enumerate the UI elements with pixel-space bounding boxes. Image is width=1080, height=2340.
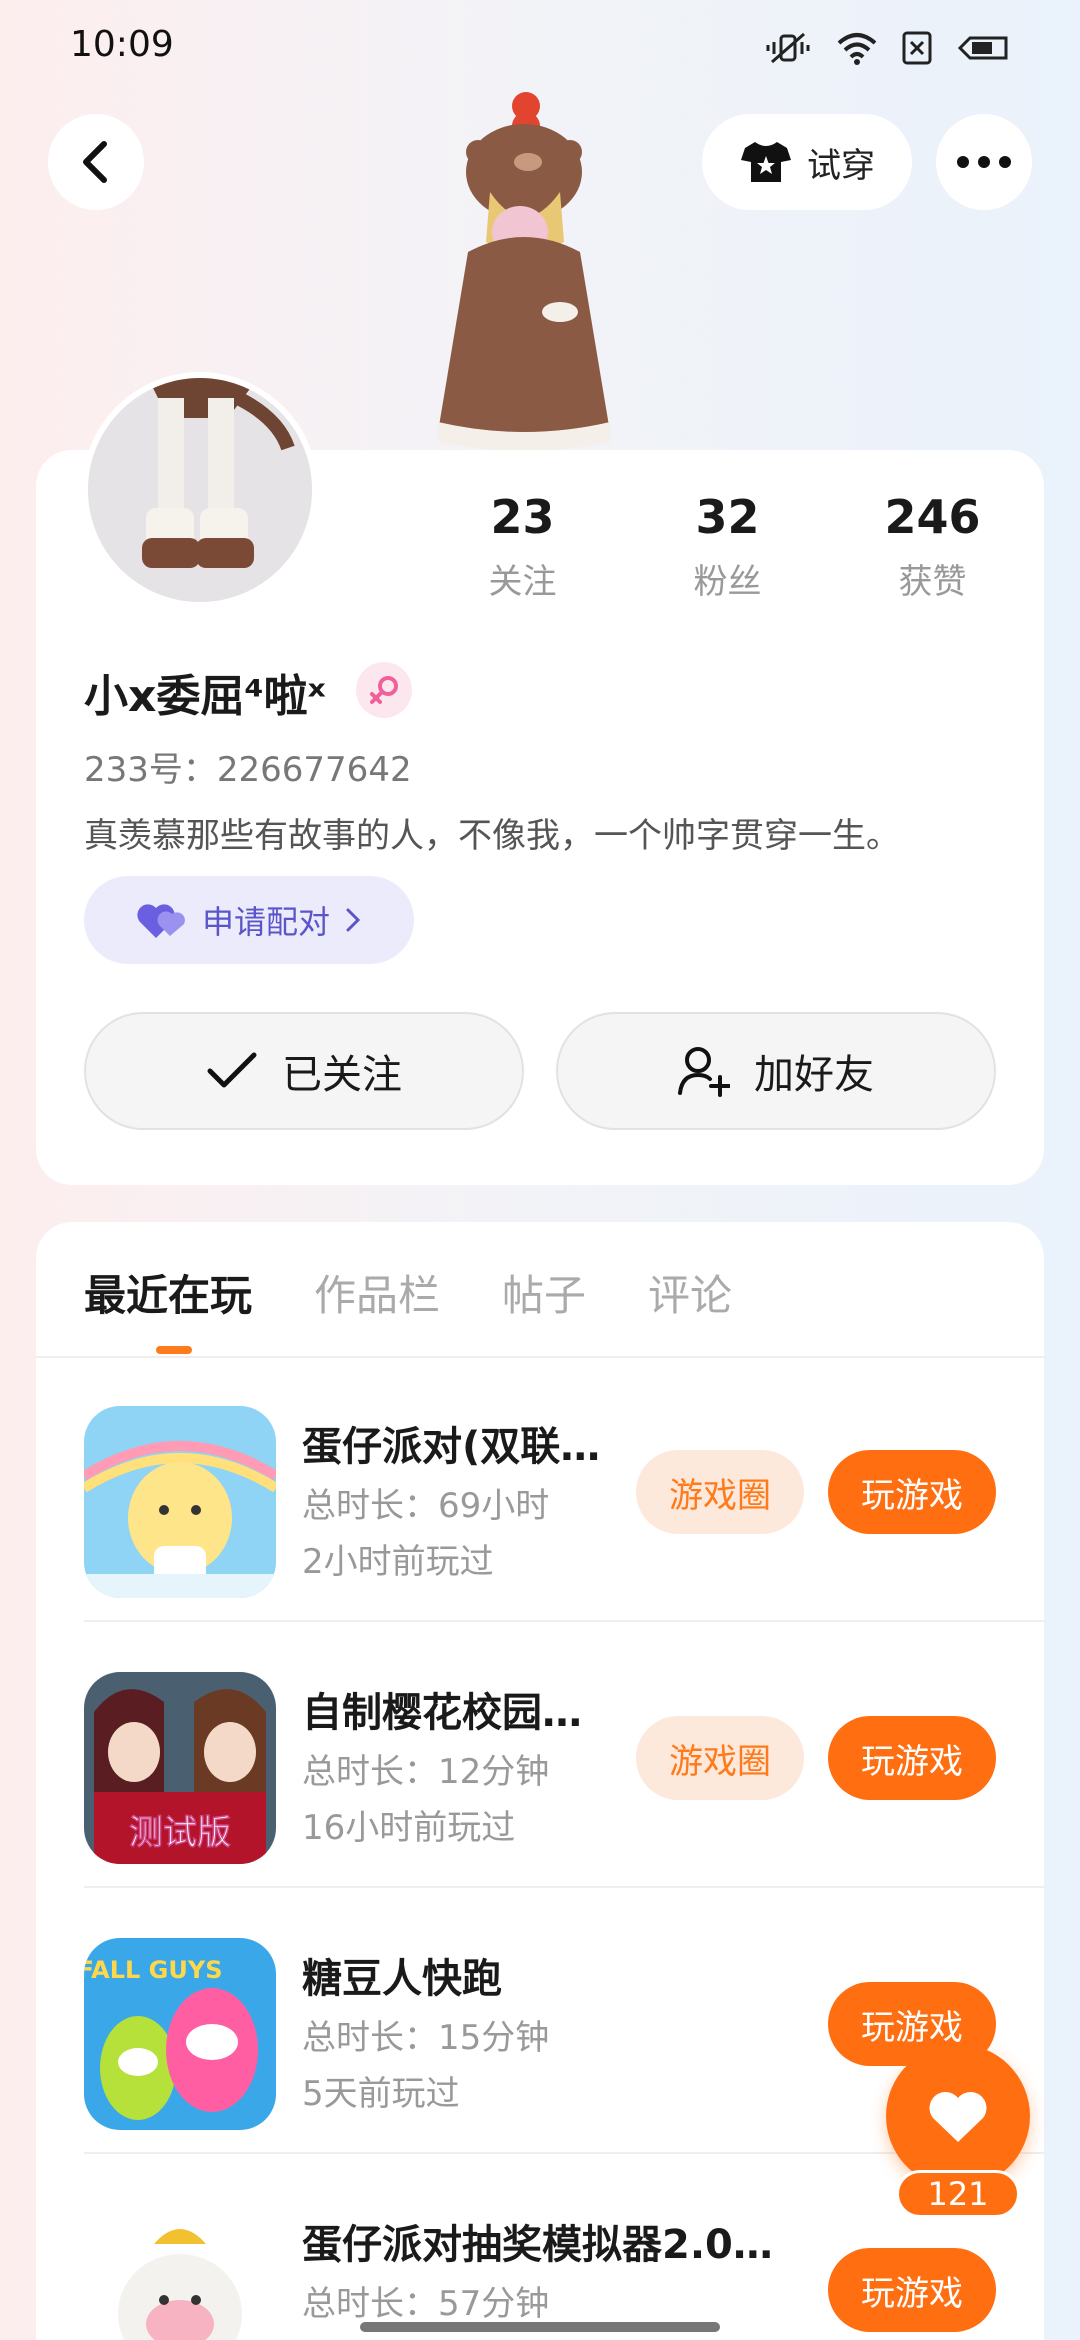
- followed-button[interactable]: 已关注: [84, 1012, 524, 1130]
- icon-test-version-text: 测试版: [129, 1813, 231, 1853]
- sim-disabled-icon: [902, 31, 932, 65]
- activity-card: 最近在玩 作品栏 帖子 评论 蛋仔派对(双联… 总时长：69小时 2小时前玩过 …: [36, 1222, 1044, 2340]
- stat-likes-label: 获赞: [898, 562, 967, 602]
- tab-comments[interactable]: 评论: [648, 1262, 732, 1323]
- check-icon: [207, 1052, 257, 1088]
- game-last-played: 2小时前玩过: [302, 1542, 494, 1582]
- stat-fans[interactable]: 32 粉丝: [625, 490, 830, 603]
- stat-fans-value: 32: [695, 490, 760, 544]
- status-icons: [764, 30, 1012, 66]
- stat-fans-label: 粉丝: [693, 562, 762, 602]
- game-name: 蛋仔派对抽奖模拟器2.0…: [302, 2222, 773, 2268]
- mute-vibrate-icon: [766, 32, 810, 64]
- game-duration: 总时长：15分钟: [302, 2018, 550, 2058]
- play-game-button[interactable]: 玩游戏: [828, 1450, 996, 1534]
- eggy-lottery-icon: [84, 2204, 276, 2340]
- game-last-played: 5天前玩过: [302, 2074, 460, 2114]
- status-bar: 10:09: [0, 0, 1080, 96]
- profile-stats: 23 关注 32 粉丝 246 获赞: [420, 490, 1040, 603]
- avatar[interactable]: [82, 372, 318, 608]
- status-time: 10:09: [70, 24, 174, 65]
- back-button[interactable]: [48, 114, 144, 210]
- game-circle-button[interactable]: 游戏圈: [636, 1716, 804, 1800]
- tryon-button[interactable]: 试穿: [702, 114, 912, 210]
- tab-works[interactable]: 作品栏: [314, 1262, 440, 1323]
- apply-pair-button[interactable]: 申请配对: [84, 876, 414, 964]
- chevron-right-icon: [346, 908, 361, 932]
- followed-label: 已关注: [282, 1052, 402, 1098]
- stat-likes[interactable]: 246 获赞: [830, 490, 1035, 603]
- game-duration: 总时长：57分钟: [302, 2284, 550, 2324]
- game-last-played: 16小时前玩过: [302, 1808, 516, 1848]
- add-friend-label: 加好友: [754, 1052, 874, 1098]
- female-icon: [370, 676, 398, 704]
- tshirt-icon: [741, 142, 791, 182]
- username: 小x委屈⁴啦ˣ: [84, 671, 326, 722]
- game-duration: 总时长：12分钟: [302, 1752, 550, 1792]
- game-row[interactable]: 测试版 自制樱花校园… 总时长：12分钟 16小时前玩过 游戏圈 玩游戏: [36, 1622, 1044, 1888]
- active-tab-indicator: [156, 1346, 192, 1354]
- play-game-button[interactable]: 玩游戏: [828, 2248, 996, 2332]
- like-button[interactable]: [886, 2044, 1030, 2188]
- heart-icon: [929, 2091, 987, 2142]
- play-game-button[interactable]: 玩游戏: [828, 1716, 996, 1800]
- stat-likes-value: 246: [884, 490, 981, 544]
- wifi-icon: [837, 33, 877, 65]
- female-gender-badge: [356, 662, 412, 718]
- tab-recently-played[interactable]: 最近在玩: [84, 1262, 252, 1323]
- tab-posts[interactable]: 帖子: [502, 1262, 586, 1323]
- tryon-label: 试穿: [807, 145, 875, 186]
- stat-following-label: 关注: [488, 562, 557, 602]
- avatar-figure-illustration: [438, 92, 610, 451]
- eggy-party-icon: [84, 1406, 276, 1598]
- game-circle-button[interactable]: 游戏圈: [636, 1450, 804, 1534]
- more-button[interactable]: [936, 114, 1032, 210]
- game-row[interactable]: 蛋仔派对抽奖模拟器2.0… 总时长：57分钟 玩游戏: [36, 2154, 1044, 2340]
- game-duration: 总时长：69小时: [302, 1486, 550, 1526]
- user-id: 233号：226677642: [84, 750, 412, 790]
- game-name: 糖豆人快跑: [302, 1956, 502, 2002]
- add-friend-button[interactable]: 加好友: [556, 1012, 996, 1130]
- game-icon: [84, 1406, 276, 1598]
- avatar-image: [88, 378, 312, 602]
- heart-pair-icon: [137, 904, 185, 938]
- game-icon: 测试版: [84, 1672, 276, 1864]
- game-name: 自制樱花校园…: [302, 1690, 582, 1736]
- stat-following-value: 23: [490, 490, 555, 544]
- icon-fall-guys-text: FALL GUYS: [84, 1956, 223, 1984]
- fall-guys-icon: FALL GUYS: [84, 1938, 276, 2130]
- back-arrow-icon: [83, 141, 107, 183]
- apply-pair-label: 申请配对: [201, 903, 330, 941]
- more-dots-icon: [957, 156, 1011, 168]
- add-user-icon: [678, 1047, 730, 1097]
- game-row[interactable]: 蛋仔派对(双联… 总时长：69小时 2小时前玩过 游戏圈 玩游戏: [36, 1356, 1044, 1622]
- game-name: 蛋仔派对(双联…: [302, 1424, 601, 1470]
- game-icon: FALL GUYS: [84, 1938, 276, 2130]
- sakura-school-icon: 测试版: [84, 1672, 276, 1864]
- battery-icon: [957, 36, 1008, 60]
- home-indicator[interactable]: [360, 2322, 720, 2332]
- user-bio: 真羡慕那些有故事的人，不像我，一个帅字贯穿一生。: [84, 816, 900, 856]
- game-icon: [84, 2204, 276, 2340]
- stat-following[interactable]: 23 关注: [420, 490, 625, 603]
- profile-tabs: 最近在玩 作品栏 帖子 评论: [84, 1262, 732, 1323]
- like-count: 121: [896, 2170, 1020, 2218]
